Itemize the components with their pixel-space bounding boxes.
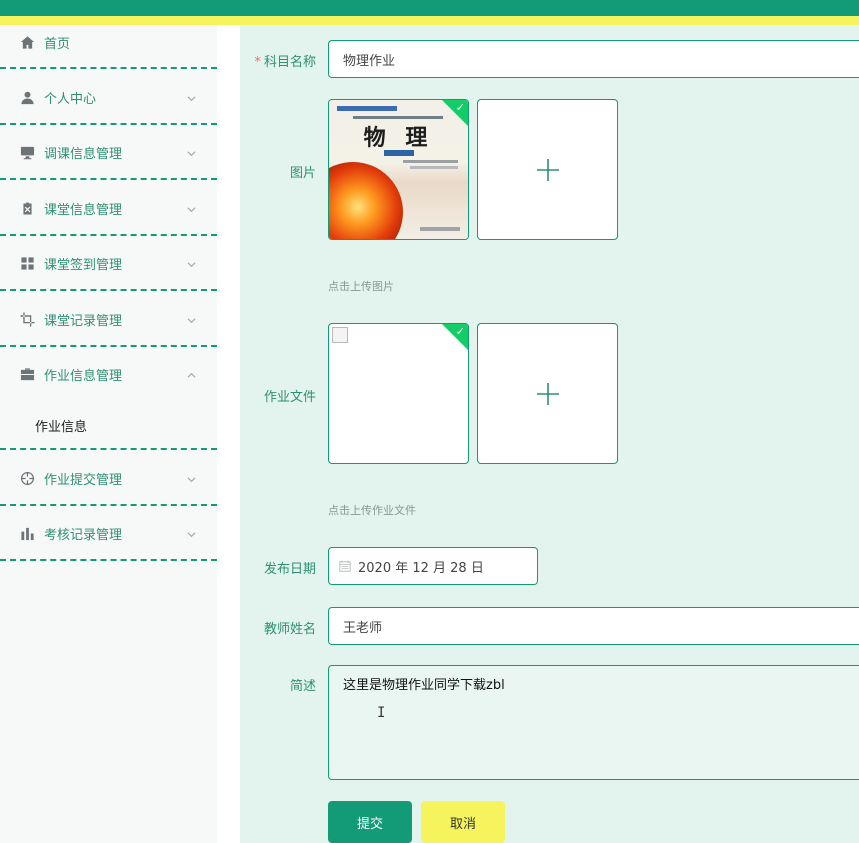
sidebar: 首页 个人中心 调课信息管理 课堂信息管理 课堂签到管理 课堂记录管理 作业信息… xyxy=(0,25,217,843)
sidebar-item-class-checkin[interactable]: 课堂签到管理 xyxy=(0,243,217,283)
add-image-button[interactable] xyxy=(477,99,618,240)
sidebar-item-home[interactable]: 首页 xyxy=(0,22,217,62)
sidebar-item-homework-submission[interactable]: 作业提交管理 xyxy=(0,458,217,498)
file-upload-tip: 点击上传作业文件 xyxy=(328,504,416,517)
chevron-down-icon xyxy=(187,473,196,483)
submit-button[interactable]: 提交 xyxy=(328,801,412,843)
description-label: 简述 xyxy=(289,679,316,694)
sun-image xyxy=(329,162,403,239)
sidebar-divider xyxy=(0,67,217,69)
sidebar-subitem-homework-info[interactable]: 作业信息 xyxy=(35,416,87,435)
calendar-icon xyxy=(339,560,351,572)
sidebar-divider xyxy=(0,559,217,561)
sidebar-divider xyxy=(0,345,217,347)
teacher-label: 教师姓名 xyxy=(263,622,316,637)
subject-input[interactable]: 物理作业 xyxy=(328,40,859,78)
plus-icon xyxy=(536,158,559,181)
home-icon xyxy=(20,35,35,50)
sidebar-item-label: 作业信息管理 xyxy=(44,368,123,384)
plus-icon xyxy=(536,382,559,405)
sidebar-item-label: 首页 xyxy=(44,36,71,52)
add-file-button[interactable] xyxy=(477,323,618,464)
grid-icon xyxy=(20,256,35,271)
file-label: 作业文件 xyxy=(263,390,316,405)
chevron-down-icon xyxy=(187,147,196,157)
monitor-icon xyxy=(20,145,35,160)
sidebar-divider xyxy=(0,448,217,450)
clipboard-icon xyxy=(20,200,35,216)
cancel-button[interactable]: 取消 xyxy=(421,801,505,843)
sidebar-item-assessment-records[interactable]: 考核记录管理 xyxy=(0,513,217,553)
sidebar-item-label: 个人中心 xyxy=(44,91,97,107)
sidebar-item-label: 课堂签到管理 xyxy=(44,257,123,273)
subject-value: 物理作业 xyxy=(343,53,396,69)
sidebar-divider xyxy=(0,123,217,125)
briefcase-icon xyxy=(20,367,35,382)
crosshair-icon xyxy=(20,471,35,486)
subject-label: * 科目名称 xyxy=(254,55,316,70)
check-icon: ✓ xyxy=(455,325,465,338)
check-icon: ✓ xyxy=(455,101,465,114)
sidebar-item-label: 课堂记录管理 xyxy=(44,313,123,329)
teacher-value: 王老师 xyxy=(343,620,383,636)
chevron-down-icon xyxy=(187,314,196,324)
bar-chart-icon xyxy=(20,526,35,541)
required-marker: * xyxy=(254,55,261,70)
sidebar-item-homework-info[interactable]: 作业信息管理 xyxy=(0,354,217,394)
sidebar-divider xyxy=(0,234,217,236)
chevron-down-icon xyxy=(187,258,196,268)
broken-image-icon xyxy=(332,327,348,343)
date-picker[interactable]: 2020 年 12 月 28 日 xyxy=(328,547,538,585)
sidebar-item-label: 作业提交管理 xyxy=(44,472,123,488)
teacher-input[interactable]: 王老师 xyxy=(328,607,859,645)
sidebar-item-personal-center[interactable]: 个人中心 xyxy=(0,77,217,117)
sidebar-divider xyxy=(0,178,217,180)
sidebar-item-label: 调课信息管理 xyxy=(44,146,123,162)
chevron-down-icon xyxy=(187,92,196,102)
crop-icon xyxy=(20,311,35,327)
date-label: 发布日期 xyxy=(263,562,316,577)
chevron-down-icon xyxy=(187,203,196,213)
sidebar-item-label: 课堂信息管理 xyxy=(44,202,123,218)
sidebar-divider xyxy=(0,289,217,291)
sidebar-item-class-records[interactable]: 课堂记录管理 xyxy=(0,299,217,339)
text-cursor-icon: I xyxy=(377,705,386,721)
top-header-bar xyxy=(0,0,859,16)
user-icon xyxy=(20,90,35,105)
image-label: 图片 xyxy=(289,166,316,181)
description-value: 这里是物理作业同学下载zbl xyxy=(343,678,505,693)
sidebar-divider xyxy=(0,504,217,506)
image-upload-tip: 点击上传图片 xyxy=(328,280,394,293)
date-value: 2020 年 12 月 28 日 xyxy=(358,560,484,576)
sidebar-item-schedule-change[interactable]: 调课信息管理 xyxy=(0,132,217,172)
content-gutter xyxy=(217,25,240,843)
uploaded-file-thumbnail[interactable]: ✓ xyxy=(328,323,469,464)
sidebar-item-class-info[interactable]: 课堂信息管理 xyxy=(0,188,217,228)
uploaded-image-thumbnail[interactable]: 物 理 ✓ xyxy=(328,99,469,240)
description-textarea[interactable]: 这里是物理作业同学下载zbl xyxy=(328,665,859,780)
sidebar-item-label: 考核记录管理 xyxy=(44,527,123,543)
chevron-up-icon xyxy=(187,369,196,378)
chevron-down-icon xyxy=(187,528,196,538)
